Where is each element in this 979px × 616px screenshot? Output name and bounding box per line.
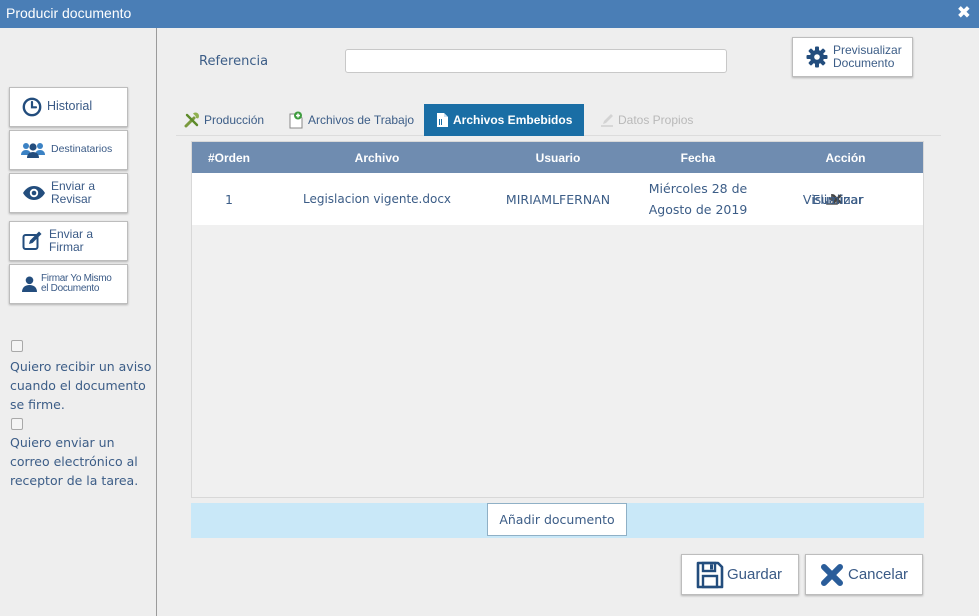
edit-icon	[600, 113, 614, 127]
cell-fecha: Miércoles 28 de Agosto de 2019	[628, 173, 768, 225]
historial-label: Historial	[47, 99, 93, 114]
clock-icon	[22, 97, 42, 117]
firmar-yo-line-2: el Documento	[41, 283, 100, 294]
destinatarios-button[interactable]: Destinatarios	[9, 130, 128, 170]
col-archivo: Archivo	[354, 150, 400, 165]
cancel-icon	[820, 563, 844, 587]
enviar-revisar-button[interactable]: Enviar a Revisar	[9, 173, 128, 213]
firmar-yo-mismo-label: Firmar Yo Mismo el Documento	[41, 272, 112, 295]
user-icon	[22, 276, 37, 292]
window-title: Producir documento	[6, 5, 132, 21]
cell-accion: Visualizar Eliminar	[748, 173, 923, 225]
firmar-yo-mismo-button[interactable]: Firmar Yo Mismo el Documento	[9, 264, 128, 304]
close-icon[interactable]: ✖	[957, 3, 971, 23]
tab-archivos-trabajo[interactable]: Archivos de Trabajo	[288, 104, 414, 136]
gear-icon	[806, 46, 828, 68]
aviso-checkbox[interactable]	[11, 340, 23, 352]
cancelar-button[interactable]: Cancelar	[805, 554, 923, 595]
previsualizar-label: Previsualizar Documento	[833, 44, 902, 69]
guardar-label: Guardar	[727, 566, 783, 583]
add-document-button[interactable]: Añadir documento	[487, 503, 627, 536]
enviar-revisar-label: Enviar a Revisar	[51, 180, 95, 205]
tab-produccion[interactable]: Producción	[184, 104, 264, 136]
previsualizar-line-2: Documento	[833, 56, 895, 70]
add-document-bar: Añadir documento	[191, 503, 924, 538]
sidebar: Historial Destinatarios Enviar a Revisar…	[0, 28, 157, 616]
col-fecha: Fecha	[680, 150, 716, 165]
referencia-input[interactable]	[345, 49, 727, 73]
file-icon	[436, 112, 449, 128]
table-header: #Orden Archivo Usuario Fecha Acción	[192, 142, 923, 173]
edit-icon	[22, 231, 44, 251]
correo-checkbox[interactable]	[11, 418, 23, 430]
fecha-line-1: Miércoles 28 de	[648, 181, 748, 196]
eye-icon	[22, 185, 46, 201]
cell-usuario: MIRIAMLFERNAN	[505, 191, 611, 207]
enviar-firmar-button[interactable]: Enviar a Firmar	[9, 221, 128, 261]
save-icon	[696, 561, 724, 589]
add-file-icon	[288, 111, 304, 129]
cancelar-label: Cancelar	[848, 566, 909, 583]
previsualizar-button[interactable]: Previsualizar Documento	[792, 37, 913, 77]
enviar-firmar-line-2: Firmar	[49, 240, 84, 254]
tab-archivos-embebidos-label: Archivos Embebidos	[453, 113, 573, 127]
tab-datos-propios: Datos Propios	[600, 104, 693, 136]
embedded-files-table: #Orden Archivo Usuario Fecha Acción 1 Le…	[191, 141, 924, 498]
tab-archivos-trabajo-label: Archivos de Trabajo	[308, 113, 415, 127]
aviso-checkbox-label: Quiero recibir un aviso cuando el docume…	[10, 359, 152, 412]
cell-archivo: Legislacion vigente.docx	[302, 192, 452, 206]
cell-orden: 1	[225, 191, 233, 207]
historial-button[interactable]: Historial	[9, 87, 128, 127]
tab-archivos-embebidos[interactable]: Archivos Embebidos	[424, 104, 585, 136]
tab-bar: Producción Archivos de Trabajo Archivos …	[176, 104, 941, 136]
enviar-firmar-label: Enviar a Firmar	[49, 228, 93, 253]
eliminar-label: Eliminar	[812, 191, 864, 207]
guardar-button[interactable]: Guardar	[681, 554, 799, 595]
tab-datos-propios-label: Datos Propios	[618, 113, 694, 127]
firmar-yo-line-1: Firmar Yo Mismo	[41, 272, 112, 284]
col-orden: #Orden	[207, 150, 250, 165]
tab-produccion-label: Producción	[204, 113, 265, 127]
enviar-revisar-line-2: Revisar	[51, 192, 92, 206]
col-usuario: Usuario	[535, 150, 581, 165]
destinatarios-label: Destinatarios	[51, 143, 113, 156]
referencia-label: Referencia	[199, 54, 269, 69]
fecha-line-2: Agosto de 2019	[648, 202, 748, 217]
col-accion: Acción	[825, 150, 866, 165]
users-icon	[20, 141, 46, 159]
correo-checkbox-label: Quiero enviar un correo electrónico al r…	[10, 435, 139, 488]
table-row: 1 Legislacion vigente.docx MIRIAMLFERNAN…	[192, 173, 923, 225]
title-bar: Producir documento ✖	[0, 0, 979, 28]
tools-icon	[184, 112, 200, 128]
